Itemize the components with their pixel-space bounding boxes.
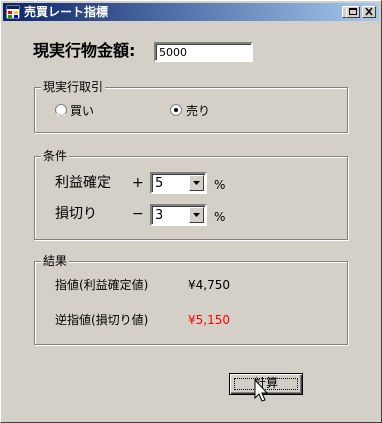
maximize-button[interactable] xyxy=(346,6,360,18)
stop-price-label: 逆指値(損切り値) xyxy=(55,313,149,327)
take-profit-sign: + xyxy=(132,175,144,191)
take-profit-label: 利益確定 xyxy=(55,175,111,191)
stop-loss-sign: − xyxy=(132,206,144,222)
buy-radio-label[interactable]: 買い xyxy=(70,104,94,118)
chevron-down-icon xyxy=(193,213,200,217)
app-icon xyxy=(6,5,20,19)
take-profit-select[interactable]: 5 xyxy=(150,172,207,194)
limit-price-label: 指値(利益確定値) xyxy=(55,278,149,292)
mouse-pointer-icon xyxy=(254,379,269,402)
stop-loss-label: 損切り xyxy=(55,206,97,222)
stop-price-value: ¥5,150 xyxy=(188,313,230,327)
close-button[interactable] xyxy=(362,6,376,18)
window-title: 売買レート指標 xyxy=(24,5,109,19)
results-group-legend: 結果 xyxy=(41,254,70,268)
maximize-icon xyxy=(349,8,357,15)
stop-loss-select[interactable]: 3 xyxy=(150,204,207,226)
take-profit-value: 5 xyxy=(155,176,164,191)
amount-label: 現実行物金額: xyxy=(33,41,136,60)
conditions-group-legend: 条件 xyxy=(41,149,70,163)
limit-price-value: ¥4,750 xyxy=(188,278,230,292)
take-profit-dropdown-button[interactable] xyxy=(189,175,204,191)
sell-radio-label[interactable]: 売り xyxy=(186,104,210,118)
sell-radio[interactable] xyxy=(170,104,182,116)
chevron-down-icon xyxy=(193,181,200,185)
stop-loss-dropdown-button[interactable] xyxy=(189,207,204,223)
buy-radio[interactable] xyxy=(55,104,67,116)
results-groupbox: 結果 xyxy=(34,254,348,345)
app-window: 売買レート指標 現実行物金額: 5000 現実行取引 買い 売り 条件 利益確定… xyxy=(0,0,382,423)
conditions-groupbox: 条件 xyxy=(34,149,348,240)
amount-input[interactable]: 5000 xyxy=(154,42,253,62)
trade-group-legend: 現実行取引 xyxy=(41,80,106,94)
close-icon xyxy=(365,7,373,16)
stop-loss-value: 3 xyxy=(155,208,164,223)
stop-loss-unit: % xyxy=(214,210,226,224)
title-bar[interactable]: 売買レート指標 xyxy=(3,3,379,21)
take-profit-unit: % xyxy=(214,178,226,192)
